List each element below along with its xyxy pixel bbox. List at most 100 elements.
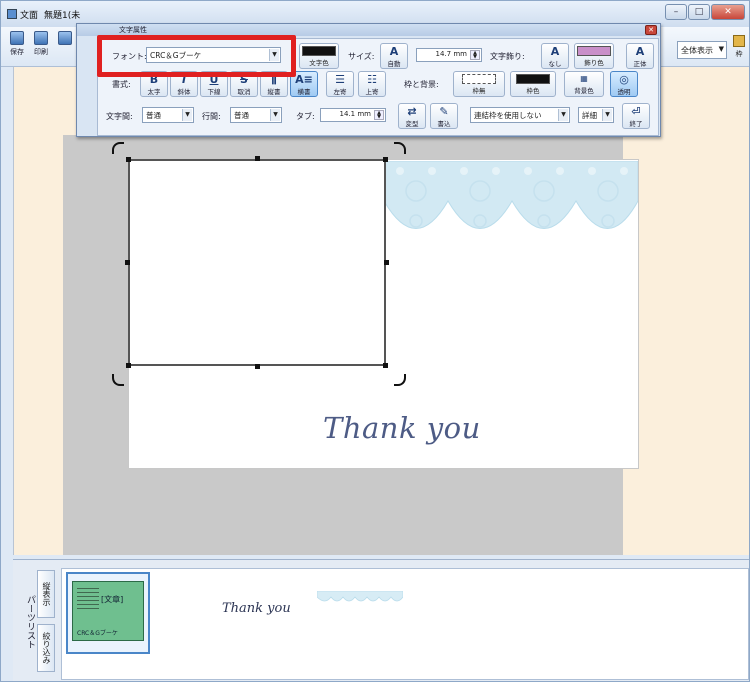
parts-item-text[interactable]: [文章] CRC＆Gブーケ bbox=[66, 572, 150, 654]
resize-handle-w[interactable] bbox=[125, 260, 130, 265]
size-value: 14.7 mm bbox=[435, 50, 467, 58]
resize-handle-e[interactable] bbox=[384, 260, 389, 265]
text-color-swatch bbox=[302, 46, 336, 56]
bold-label: 太字 bbox=[147, 88, 161, 96]
maximize-button[interactable]: □ bbox=[688, 4, 710, 20]
filter-tab[interactable]: 絞り込み bbox=[37, 624, 55, 672]
frame-none-label: 枠無 bbox=[472, 87, 486, 95]
card-thank-you-text[interactable]: Thank you bbox=[323, 411, 480, 445]
resize-handle-se[interactable] bbox=[383, 363, 388, 368]
window-controls: – □ ✕ bbox=[665, 4, 745, 20]
frame-icon bbox=[733, 35, 745, 47]
size-label: サイズ: bbox=[348, 52, 375, 61]
chevron-down-icon: ▼ bbox=[718, 45, 724, 53]
font-highlight-annotation bbox=[97, 35, 296, 77]
tab-spinner[interactable]: 14.1 mm ▲ ▼ bbox=[320, 108, 386, 122]
window-title-doc: 無題1(未 bbox=[44, 11, 81, 21]
finish-button[interactable]: ⏎ 終了 bbox=[622, 103, 650, 129]
parts-list-label: パーツリスト bbox=[25, 595, 35, 649]
text-properties-close-button[interactable]: ✕ bbox=[645, 25, 657, 35]
align-top-button[interactable]: ☷ 上寄 bbox=[358, 71, 386, 97]
copy-icon bbox=[58, 31, 72, 45]
tab-value: 14.1 mm bbox=[339, 110, 371, 118]
spin-arrows-icon: ▲ ▼ bbox=[374, 110, 384, 120]
transparent-label: 透明 bbox=[617, 88, 631, 96]
frame-none-swatch bbox=[462, 74, 496, 84]
detail-label: 詳細 bbox=[582, 111, 597, 120]
frame-button[interactable]: 枠 bbox=[731, 35, 747, 65]
align-top-label: 上寄 bbox=[365, 88, 379, 96]
save-label: 保存 bbox=[10, 48, 24, 56]
transparent-icon: ◎ bbox=[619, 73, 629, 86]
vertical-writing-label: 縦書 bbox=[267, 88, 281, 96]
line-spacing-label: 行間: bbox=[202, 112, 221, 121]
align-top-icon: ☷ bbox=[367, 73, 377, 86]
direction-button[interactable]: A 正体 bbox=[626, 43, 654, 69]
print-icon bbox=[34, 31, 48, 45]
convert-button[interactable]: ⇄ 変型 bbox=[398, 103, 426, 129]
size-spinner[interactable]: 14.7 mm ▲ ▼ bbox=[416, 48, 482, 62]
copy-button[interactable] bbox=[55, 31, 75, 61]
letter-a-icon: A bbox=[635, 45, 645, 58]
char-spacing-dropdown[interactable]: 普通 ▼ bbox=[142, 107, 194, 123]
transparent-button[interactable]: ◎ 透明 bbox=[610, 71, 638, 97]
frame-color-label: 枠色 bbox=[526, 87, 540, 95]
app-icon bbox=[7, 9, 17, 19]
rotate-handle-nw[interactable] bbox=[112, 142, 124, 154]
italic-label: 斜体 bbox=[177, 88, 191, 96]
resize-handle-n[interactable] bbox=[255, 156, 260, 161]
zoom-dropdown[interactable]: 全体表示 ▼ bbox=[677, 41, 727, 59]
letter-a-icon: A bbox=[550, 45, 560, 58]
background-color-button[interactable]: ▦ 背景色 bbox=[564, 71, 604, 97]
save-button[interactable]: 保存 bbox=[7, 31, 27, 61]
decoration-none-button[interactable]: A なし bbox=[541, 43, 569, 69]
print-button[interactable]: 印刷 bbox=[31, 31, 51, 61]
frame-label: 枠 bbox=[735, 50, 743, 58]
align-left-icon: ☰ bbox=[335, 73, 345, 86]
finish-label: 終了 bbox=[629, 120, 643, 128]
print-label: 印刷 bbox=[34, 48, 48, 56]
palette-icon: ▦ bbox=[580, 74, 588, 83]
link-frame-dropdown[interactable]: 連結枠を使用しない ▼ bbox=[470, 107, 570, 123]
decoration-color-button[interactable]: 飾り色 bbox=[574, 43, 614, 69]
write-label: 書込 bbox=[437, 120, 451, 128]
selected-text-frame[interactable] bbox=[128, 159, 386, 366]
parts-item-sub: CRC＆Gブーケ bbox=[77, 630, 118, 637]
resize-handle-ne[interactable] bbox=[383, 157, 388, 162]
window-title: 文面 無題1(未 bbox=[7, 8, 86, 21]
close-button[interactable]: ✕ bbox=[711, 4, 745, 20]
frame-none-button[interactable]: 枠無 bbox=[453, 71, 505, 97]
underline-label: 下線 bbox=[207, 88, 221, 96]
detail-dropdown[interactable]: 詳細 ▼ bbox=[578, 107, 614, 123]
minimize-button[interactable]: – bbox=[665, 4, 687, 20]
frame-color-button[interactable]: 枠色 bbox=[510, 71, 556, 97]
resize-handle-nw[interactable] bbox=[126, 157, 131, 162]
line-spacing-dropdown[interactable]: 普通 ▼ bbox=[230, 107, 282, 123]
char-spacing-label: 文字間: bbox=[106, 112, 133, 121]
convert-label: 変型 bbox=[405, 120, 419, 128]
vertical-display-tab[interactable]: 縦表示 bbox=[37, 570, 55, 618]
resize-handle-sw[interactable] bbox=[126, 363, 131, 368]
text-lines-icon bbox=[77, 588, 99, 610]
tab-label: タブ: bbox=[296, 112, 315, 121]
style-label: 書式: bbox=[112, 80, 131, 89]
char-spacing-value: 普通 bbox=[146, 111, 161, 120]
parts-item-lace[interactable] bbox=[317, 591, 403, 605]
resize-handle-s[interactable] bbox=[255, 364, 260, 369]
parts-item-thank-you[interactable]: Thank you bbox=[222, 601, 291, 616]
frame-color-swatch bbox=[516, 74, 550, 84]
frame-background-label: 枠と背景: bbox=[404, 80, 439, 89]
size-auto-button[interactable]: A 自動 bbox=[380, 43, 408, 69]
align-left-button[interactable]: ☰ 左寄 bbox=[326, 71, 354, 97]
window-title-main: 文面 bbox=[20, 11, 39, 21]
horizontal-writing-label: 横書 bbox=[297, 88, 311, 96]
application-window: 文面 無題1(未 – □ ✕ 保存 印刷 全体表示 ▼ 枠 Thank you … bbox=[0, 0, 750, 682]
bg-color-label: 背景色 bbox=[574, 87, 594, 95]
text-color-button[interactable]: 文字色 bbox=[299, 43, 339, 69]
write-button[interactable]: ✎ 書込 bbox=[430, 103, 458, 129]
zoom-value: 全体表示 bbox=[681, 46, 713, 55]
decoration-color-swatch bbox=[577, 46, 611, 56]
deco-none-label: なし bbox=[548, 60, 562, 68]
chevron-down-icon: ▼ bbox=[182, 109, 192, 121]
direction-label: 正体 bbox=[633, 60, 647, 68]
